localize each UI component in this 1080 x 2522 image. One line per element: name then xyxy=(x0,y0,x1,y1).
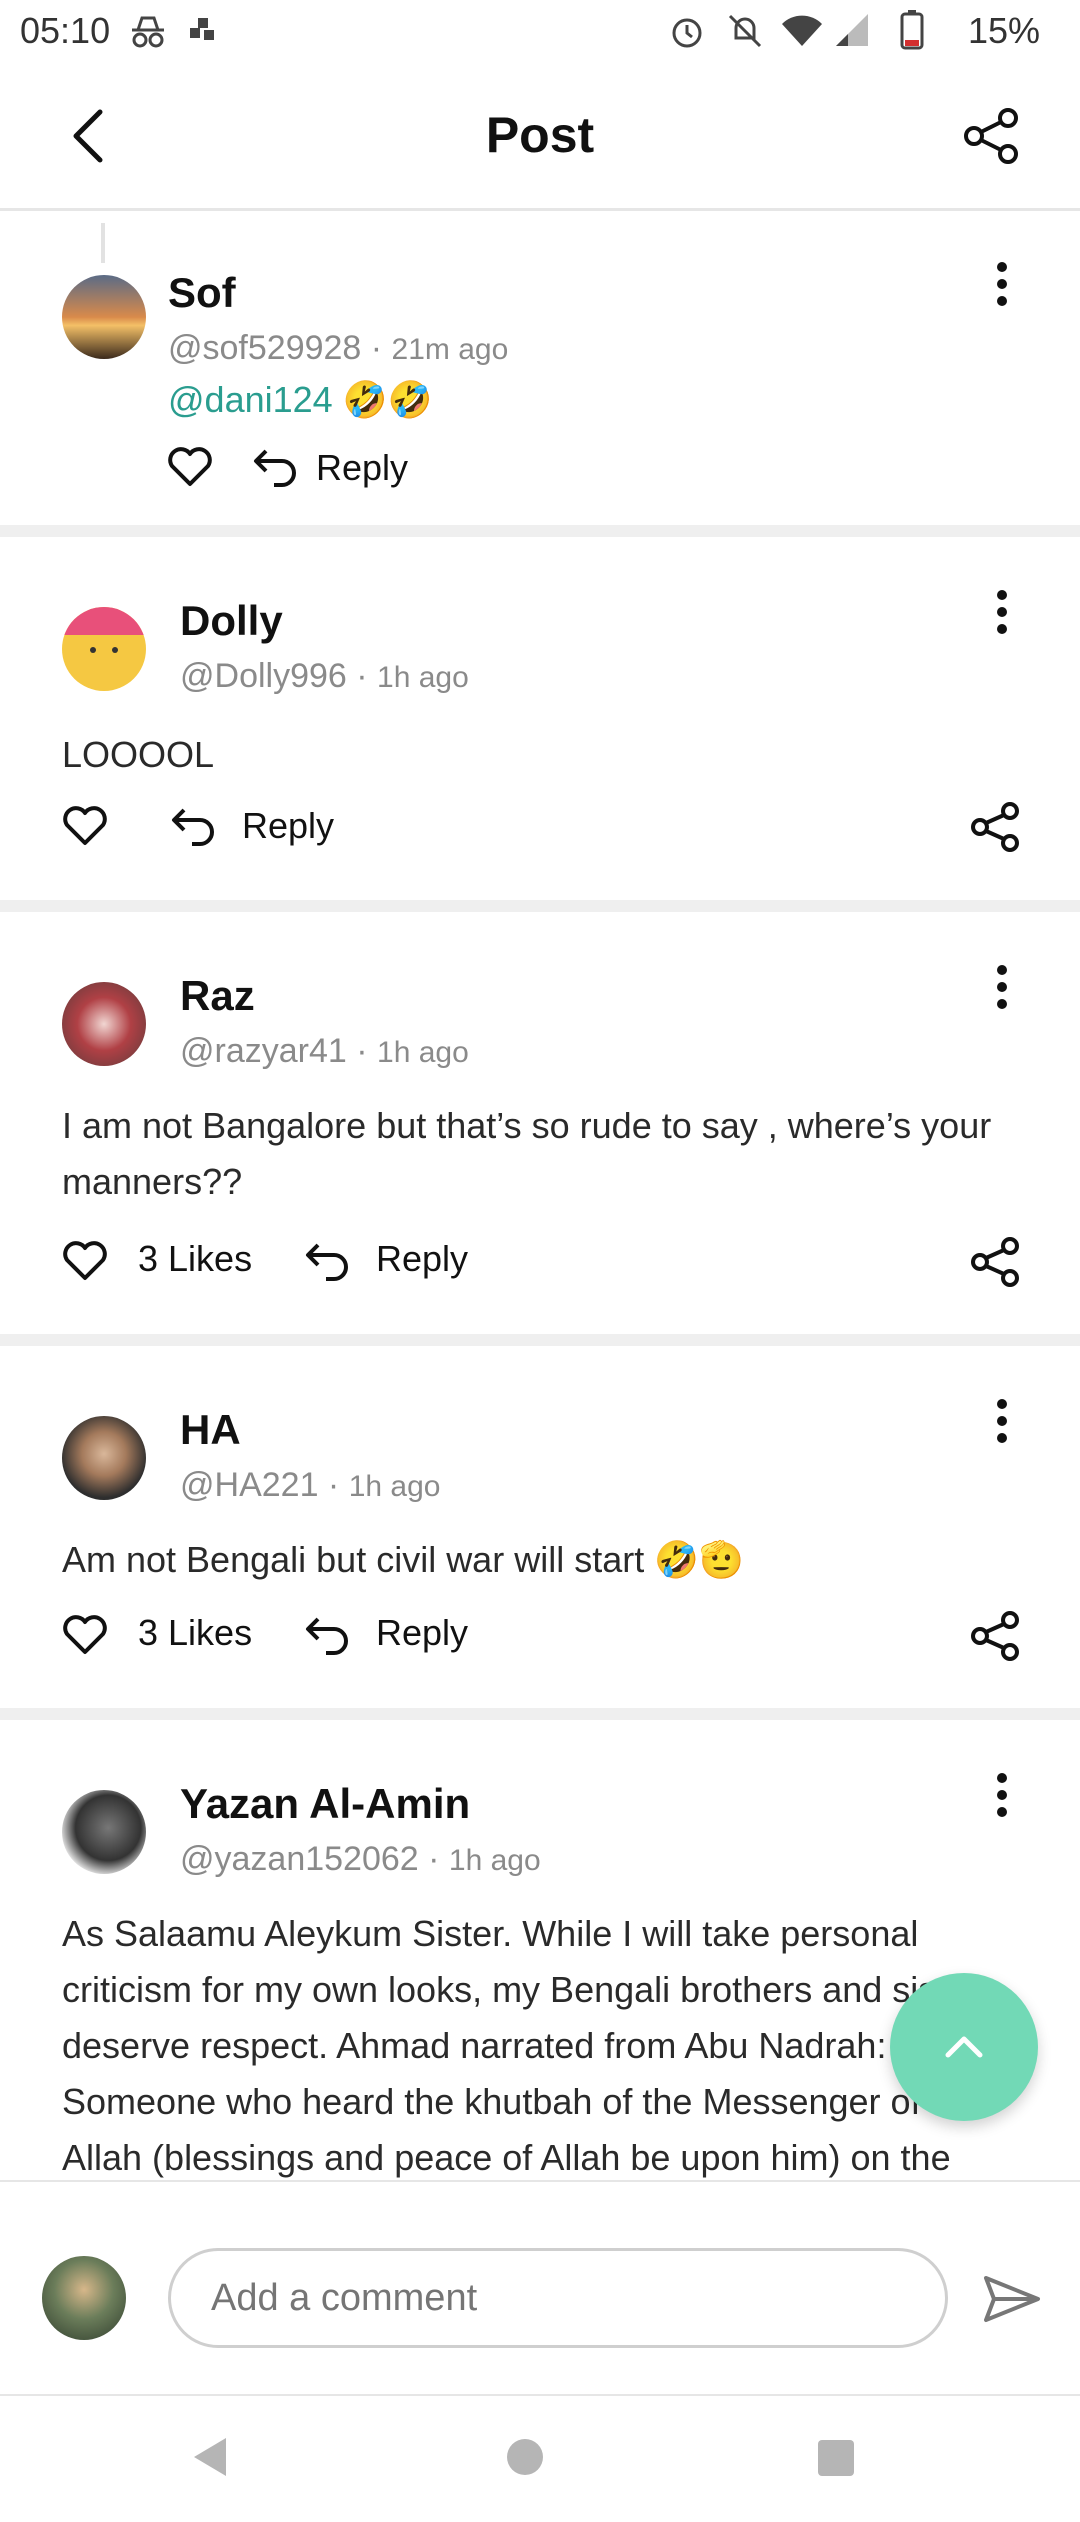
more-icon[interactable] xyxy=(996,1772,1008,1818)
status-time: 05:10 xyxy=(20,10,111,51)
mention-link[interactable]: @dani124 xyxy=(168,379,333,420)
more-icon[interactable] xyxy=(996,1398,1008,1444)
comment-text: @dani124 🤣🤣 xyxy=(168,379,432,421)
avatar[interactable] xyxy=(62,982,146,1066)
comment-text-line: Someone who heard the khutbah of the Mes… xyxy=(62,2081,921,2122)
comment-meta: @Dolly996 · 1h ago xyxy=(180,657,469,695)
reply-icon[interactable] xyxy=(304,1615,350,1655)
comment-handle[interactable]: @sof529928 xyxy=(168,329,361,367)
comment-time: 1h ago xyxy=(448,1844,541,1877)
comment-author[interactable]: HA xyxy=(180,1406,241,1454)
separator xyxy=(0,1334,1080,1346)
comment-card: Yazan Al-Amin @yazan152062 · 1h ago As S… xyxy=(0,1720,1080,2178)
comment-text: As Salaamu Aleykum Sister. While I will … xyxy=(62,1906,1022,2178)
comment-text-line: deserve respect. Ahmad narrated from Abu… xyxy=(62,2025,887,2066)
comment-emoji: 🤣🤣 xyxy=(342,379,433,420)
wifi-icon xyxy=(782,15,822,46)
comment-text-line: manners?? xyxy=(62,1161,243,1202)
avatar[interactable] xyxy=(62,275,146,359)
comment-text-line: criticism for my own looks, my Bengali b… xyxy=(62,1969,997,2010)
comment-handle[interactable]: @Dolly996 xyxy=(180,657,347,695)
send-icon[interactable] xyxy=(982,2274,1042,2324)
scroll-up-icon xyxy=(945,2036,983,2058)
comment-card: Sof @sof529928 · 21m ago @dani124 🤣🤣 Rep… xyxy=(0,211,1080,525)
reply-button[interactable]: Reply xyxy=(242,805,334,847)
heart-icon[interactable] xyxy=(62,1240,108,1282)
comment-time: 1h ago xyxy=(348,1470,441,1503)
nav-home-icon[interactable] xyxy=(505,2437,545,2477)
comment-card: Raz @razyar41 · 1h ago I am not Bangalor… xyxy=(0,912,1080,1334)
composer-divider xyxy=(0,2180,1080,2182)
comment-text-line: As Salaamu Aleykum Sister. While I will … xyxy=(62,1913,919,1954)
comment-handle[interactable]: @yazan152062 xyxy=(180,1840,419,1878)
more-icon[interactable] xyxy=(996,964,1008,1010)
avatar[interactable] xyxy=(62,1790,146,1874)
reply-button[interactable]: Reply xyxy=(376,1612,468,1654)
comment-meta: @HA221 · 1h ago xyxy=(180,1466,441,1504)
comment-time: 1h ago xyxy=(377,1036,469,1069)
incognito-icon xyxy=(132,16,164,48)
separator xyxy=(0,525,1080,537)
comment-author[interactable]: Yazan Al-Amin xyxy=(180,1780,470,1828)
reply-icon[interactable] xyxy=(170,806,216,846)
nav-back-icon[interactable] xyxy=(190,2434,230,2480)
comment-meta: @sof529928 · 21m ago xyxy=(168,329,509,367)
reply-icon[interactable] xyxy=(304,1241,350,1281)
notification-icon xyxy=(190,18,214,40)
battery-percent: 15% xyxy=(967,10,1040,51)
comment-card: Dolly @Dolly996 · 1h ago LOOOOL Reply xyxy=(0,537,1080,900)
comment-time: 21m ago xyxy=(391,333,509,366)
likes-count[interactable]: 3 Likes xyxy=(138,1238,252,1280)
battery-icon xyxy=(900,10,924,50)
heart-icon[interactable] xyxy=(62,1614,108,1656)
alarm-icon xyxy=(672,18,702,48)
heart-icon[interactable] xyxy=(62,805,108,847)
avatar[interactable] xyxy=(62,607,146,691)
comment-input[interactable] xyxy=(168,2248,948,2348)
system-nav-bar xyxy=(0,2394,1080,2522)
status-bar: 05:10 15% xyxy=(0,0,1080,66)
comment-time: 1h ago xyxy=(377,661,469,694)
comment-text-line: I am not Bangalore but that’s so rude to… xyxy=(62,1105,992,1146)
comment-author[interactable]: Sof xyxy=(168,269,236,317)
comment-handle[interactable]: @HA221 xyxy=(180,1466,318,1504)
separator xyxy=(0,900,1080,912)
reply-icon[interactable] xyxy=(252,447,298,487)
app-header: Post xyxy=(0,66,1080,211)
heart-icon[interactable] xyxy=(167,446,213,488)
comment-text-line: Allah (blessings and peace of Allah be u… xyxy=(62,2137,951,2178)
reply-button[interactable]: Reply xyxy=(316,447,408,489)
separator xyxy=(0,1708,1080,1720)
page-title: Post xyxy=(485,107,595,163)
more-icon[interactable] xyxy=(996,261,1008,307)
comment-author[interactable]: Dolly xyxy=(180,597,283,645)
share-icon[interactable] xyxy=(970,1236,1022,1288)
likes-count[interactable]: 3 Likes xyxy=(138,1612,252,1654)
mute-icon xyxy=(728,14,762,48)
comment-text: Am not Bengali but civil war will start … xyxy=(62,1539,744,1580)
nav-recents-icon[interactable] xyxy=(816,2438,856,2478)
comment-meta: @razyar41 · 1h ago xyxy=(180,1032,469,1070)
more-icon[interactable] xyxy=(996,589,1008,635)
share-icon[interactable] xyxy=(970,1610,1022,1662)
avatar[interactable] xyxy=(62,1416,146,1500)
comment-card: HA @HA221 · 1h ago Am not Bengali but ci… xyxy=(0,1346,1080,1708)
scroll-to-top-button[interactable] xyxy=(890,1973,1038,2121)
comment-meta: @yazan152062 · 1h ago xyxy=(180,1840,541,1878)
thread-line xyxy=(101,223,105,263)
comment-handle[interactable]: @razyar41 xyxy=(180,1032,347,1070)
comment-author[interactable]: Raz xyxy=(180,972,255,1020)
share-icon[interactable] xyxy=(970,801,1022,853)
my-avatar xyxy=(42,2256,126,2340)
signal-icon xyxy=(836,14,868,46)
share-icon[interactable] xyxy=(962,106,1022,166)
reply-button[interactable]: Reply xyxy=(376,1238,468,1280)
comment-text: I am not Bangalore but that’s so rude to… xyxy=(62,1098,1022,1210)
comment-text: LOOOOL xyxy=(62,734,215,775)
